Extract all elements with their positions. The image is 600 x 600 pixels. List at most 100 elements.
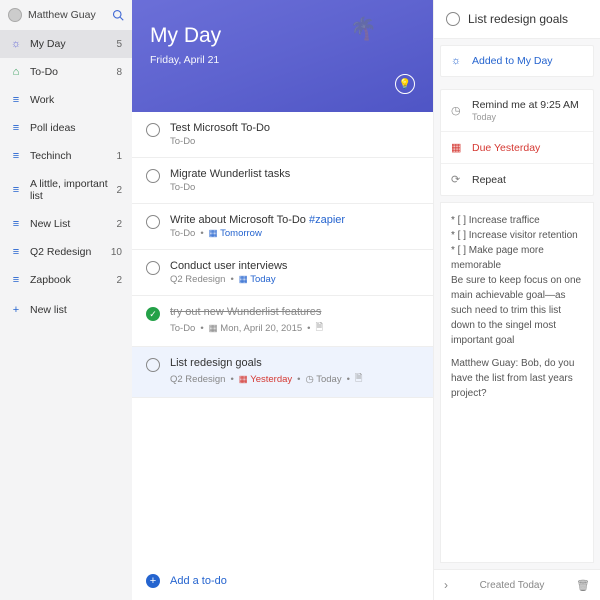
sidebar-item-count: 2	[116, 219, 122, 230]
task-row[interactable]: List redesign goalsQ2 Redesign • ▦ Yeste…	[132, 347, 433, 398]
sidebar-item-a-little-important-list[interactable]: ≡A little, important list2	[0, 170, 132, 210]
task-meta: Q2 Redesign • ▦ Today	[170, 274, 419, 285]
sidebar-item-techinch[interactable]: ≡Techinch1	[0, 142, 132, 170]
sidebar-item-poll-ideas[interactable]: ≡ Poll ideas	[0, 114, 132, 142]
sidebar-item-work[interactable]: ≡ Work	[0, 86, 132, 114]
list-icon: ≡	[10, 122, 22, 134]
palm-tree-icon: 🌴	[350, 16, 377, 42]
add-plus-icon: +	[146, 574, 160, 588]
detail-notes[interactable]: * [ ] Increase traffice* [ ] Increase vi…	[440, 202, 594, 563]
sidebar-item-to-do[interactable]: ⌂ To-Do 8	[0, 58, 132, 86]
new-list-label: New list	[30, 304, 122, 316]
add-task-row[interactable]: + Add a to-do	[132, 562, 433, 600]
complete-toggle[interactable]	[146, 169, 160, 183]
remind-row[interactable]: ◷ Remind me at 9:25 AM Today	[441, 90, 593, 132]
sun-icon: ☼	[451, 55, 464, 67]
complete-toggle[interactable]: ✓	[146, 307, 160, 321]
sidebar-item-q2-redesign[interactable]: ≡ Q2 Redesign 10	[0, 238, 132, 266]
page-date: Friday, April 21	[150, 54, 415, 66]
task-meta: To-Do • ▦ Tomorrow	[170, 228, 419, 239]
sidebar-item-count: 2	[116, 185, 122, 196]
task-row[interactable]: Conduct user interviews Q2 Redesign • ▦ T…	[132, 250, 433, 296]
detail-header: List redesign goals	[434, 0, 600, 39]
add-task-label: Add a to-do	[170, 575, 227, 587]
myday-label: Added to My Day	[472, 55, 553, 67]
complete-toggle[interactable]	[146, 358, 160, 372]
added-to-myday-row[interactable]: ☼ Added to My Day	[441, 46, 593, 76]
calendar-icon: ▦	[209, 323, 218, 334]
task-meta: To-Do • ▦ Mon, April 20, 2015 • 🗎	[170, 320, 419, 336]
clock-icon: ◷	[305, 374, 313, 385]
task-title: Migrate Wunderlist tasks	[170, 168, 419, 180]
detail-myday-card: ☼ Added to My Day	[440, 45, 594, 77]
sidebar-item-count: 8	[116, 67, 122, 78]
main-panel: 🌴 My Day Friday, April 21 💡 Test Microso…	[132, 0, 433, 600]
complete-toggle[interactable]	[146, 215, 160, 229]
username[interactable]: Matthew Guay	[28, 9, 106, 21]
list-icon: ≡	[10, 150, 22, 162]
sidebar-item-label: My Day	[30, 38, 108, 50]
sidebar-item-count: 10	[111, 247, 122, 258]
calendar-icon: ▦	[239, 274, 248, 285]
list-icon: ≡	[10, 94, 22, 106]
remind-sub: Today	[472, 112, 579, 122]
avatar[interactable]	[8, 8, 22, 22]
due-label: Due Yesterday	[472, 142, 540, 154]
hide-detail-icon[interactable]: ›	[444, 578, 448, 592]
complete-toggle[interactable]	[146, 123, 160, 137]
task-title: try out new Wunderlist features	[170, 306, 419, 318]
list-icon: ≡	[10, 218, 22, 230]
detail-title[interactable]: List redesign goals	[468, 12, 568, 26]
sidebar-item-label: Techinch	[30, 150, 108, 162]
detail-panel: List redesign goals ☼ Added to My Day ◷ …	[433, 0, 600, 600]
delete-icon[interactable]: 🗑	[576, 579, 590, 592]
sidebar-item-label: Zapbook	[30, 274, 108, 286]
task-title: Write about Microsoft To-Do #zapier	[170, 214, 419, 226]
list-icon: ≡	[10, 184, 22, 196]
task-title: List redesign goals	[170, 357, 419, 369]
calendar-icon: ▦	[239, 374, 248, 385]
detail-schedule-card: ◷ Remind me at 9:25 AM Today ▦ Due Yeste…	[440, 89, 594, 196]
new-list-button[interactable]: + New list	[0, 294, 132, 326]
task-row[interactable]: ✓ try out new Wunderlist features To-Do • …	[132, 296, 433, 347]
sidebar-item-count: 2	[116, 275, 122, 286]
repeat-row[interactable]: ⟳ Repeat	[441, 164, 593, 195]
task-title: Conduct user interviews	[170, 260, 419, 272]
sidebar: Matthew Guay ☼ My Day 5 ⌂ To-Do 8 ≡ Work ≡ Poll i…	[0, 0, 132, 600]
sidebar-item-my-day[interactable]: ☼ My Day 5	[0, 30, 132, 58]
bell-icon: ◷	[451, 104, 464, 117]
search-icon[interactable]	[112, 9, 124, 21]
sidebar-item-label: Q2 Redesign	[30, 246, 103, 258]
list-icon: ≡	[10, 246, 22, 258]
sun-icon: ☼	[10, 38, 22, 50]
due-row[interactable]: ▦ Due Yesterday	[441, 132, 593, 164]
repeat-icon: ⟳	[451, 173, 464, 186]
hero-header: 🌴 My Day Friday, April 21 💡	[132, 0, 433, 112]
created-label: Created Today	[456, 580, 568, 591]
detail-complete-toggle[interactable]	[446, 12, 460, 26]
task-title: Test Microsoft To-Do	[170, 122, 419, 134]
task-row[interactable]: Write about Microsoft To-Do #zapier To-Do…	[132, 204, 433, 250]
plus-icon: +	[10, 304, 22, 316]
sidebar-item-label: Poll ideas	[30, 122, 114, 134]
calendar-icon: ▦	[209, 228, 218, 239]
complete-toggle[interactable]	[146, 261, 160, 275]
remind-label: Remind me at 9:25 AM	[472, 99, 579, 111]
calendar-icon: ▦	[451, 141, 464, 154]
sidebar-header: Matthew Guay	[0, 0, 132, 30]
task-row[interactable]: Migrate Wunderlist tasksTo-Do	[132, 158, 433, 204]
sidebar-item-label: To-Do	[30, 66, 108, 78]
sidebar-item-new-list[interactable]: ≡New List2	[0, 210, 132, 238]
repeat-label: Repeat	[472, 174, 506, 186]
task-list: Test Microsoft To-DoTo-DoMigrate Wunderl…	[132, 112, 433, 562]
sidebar-item-count: 5	[116, 39, 122, 50]
home-icon: ⌂	[10, 66, 22, 78]
list-icon: ≡	[10, 274, 22, 286]
task-row[interactable]: Test Microsoft To-DoTo-Do	[132, 112, 433, 158]
suggestions-icon[interactable]: 💡	[395, 74, 415, 94]
detail-footer: › Created Today 🗑	[434, 569, 600, 600]
sidebar-item-zapbook[interactable]: ≡ Zapbook 2	[0, 266, 132, 294]
note-icon: 🗎	[355, 371, 363, 387]
sidebar-item-label: Work	[30, 94, 114, 106]
note-icon: 🗎	[315, 320, 323, 336]
